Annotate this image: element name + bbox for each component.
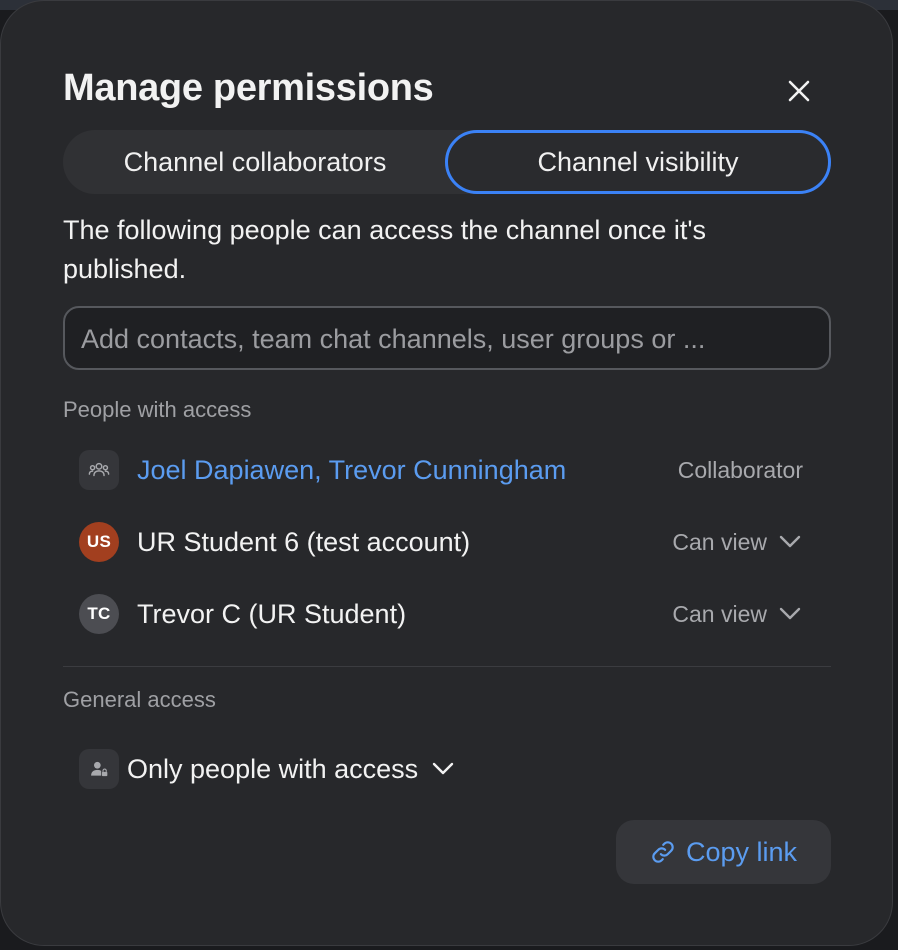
- dialog-title: Manage permissions: [63, 67, 434, 109]
- permission-label: Can view: [672, 528, 767, 555]
- tab-channel-visibility[interactable]: Channel visibility: [445, 130, 831, 194]
- permission-dropdown[interactable]: Can view: [672, 514, 801, 570]
- person-lock-icon: [79, 749, 119, 789]
- people-row-collaborators: Joel Dapiawen, Trevor Cunningham Collabo…: [63, 442, 831, 498]
- collaborators-names-link[interactable]: Joel Dapiawen, Trevor Cunningham: [137, 442, 566, 498]
- tab-bar: Channel collaborators Channel visibility: [63, 130, 831, 194]
- avatar: TC: [79, 594, 119, 634]
- close-icon: [788, 80, 810, 102]
- link-icon: [652, 841, 674, 863]
- general-access-dropdown[interactable]: Only people with access: [127, 741, 454, 797]
- search-input[interactable]: [79, 308, 813, 370]
- section-divider: [63, 666, 831, 667]
- general-access-row: Only people with access: [63, 741, 523, 797]
- people-row-trevor-c: TC Trevor C (UR Student) Can view: [63, 586, 831, 642]
- close-button[interactable]: [777, 69, 821, 113]
- access-description: The following people can access the chan…: [63, 215, 707, 284]
- copy-link-label: Copy link: [685, 836, 798, 867]
- people-section-label: People with access: [63, 397, 252, 422]
- collaborator-role: Collaborator: [677, 457, 803, 483]
- general-access-value: Only people with access: [127, 753, 419, 784]
- chevron-down-icon: [779, 607, 801, 620]
- search-field: [63, 306, 831, 370]
- person-name: Trevor C (UR Student): [137, 599, 407, 629]
- people-row-ur-student-6: US UR Student 6 (test account) Can view: [63, 514, 831, 570]
- manage-permissions-dialog: Manage permissions Channel collaborators…: [0, 0, 893, 946]
- avatar: US: [79, 522, 119, 562]
- general-access-label: General access: [63, 687, 216, 712]
- tab-channel-collaborators[interactable]: Channel collaborators: [63, 130, 447, 194]
- chevron-down-icon: [432, 762, 454, 775]
- group-icon: [79, 450, 119, 490]
- permission-label: Can view: [672, 600, 767, 627]
- chevron-down-icon: [779, 535, 801, 548]
- copy-link-button[interactable]: Copy link: [616, 820, 831, 884]
- permission-dropdown[interactable]: Can view: [672, 586, 801, 642]
- person-name: UR Student 6 (test account): [137, 527, 471, 557]
